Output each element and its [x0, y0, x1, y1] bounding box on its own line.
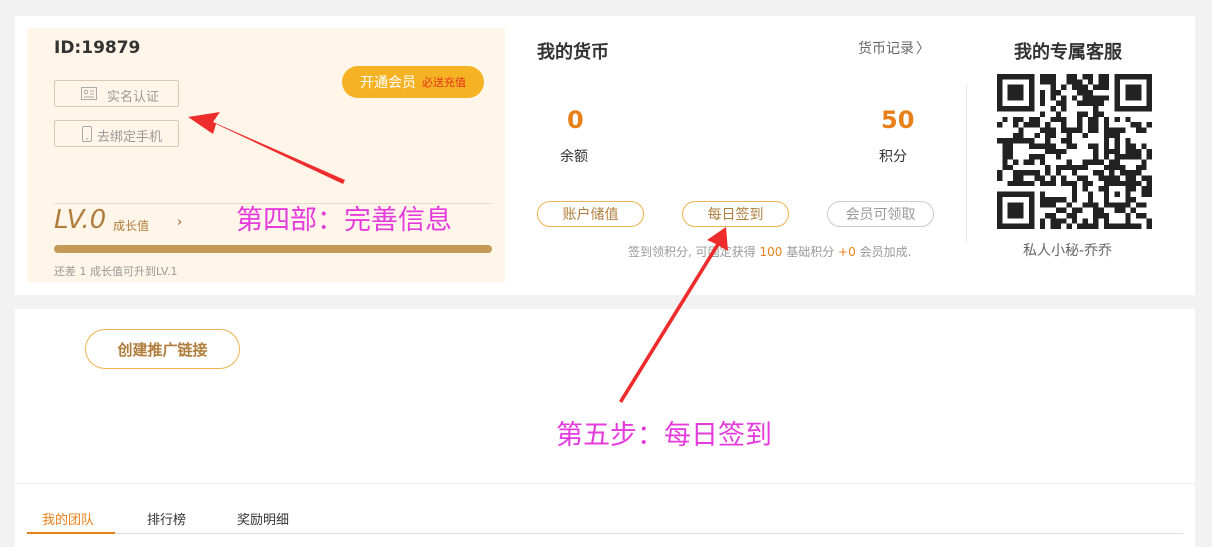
open-membership-button[interactable]: 开通会员 必送充值: [342, 66, 484, 98]
chevron-right-icon: 〉: [916, 41, 930, 57]
section-divider: [966, 84, 967, 242]
qr-code-icon: [997, 74, 1152, 229]
annotation-step4: 第四部：完善信息: [236, 205, 452, 236]
account-card: ID:19879 实名认证 去绑定手机 开通会员 必送充值 LV.0 成长值 ›…: [15, 16, 1195, 295]
tab-underline: [27, 533, 1183, 534]
open-membership-label: 开通会员: [360, 75, 416, 91]
tab-reward-details[interactable]: 奖励明细: [237, 509, 289, 528]
growth-link[interactable]: 成长值: [113, 217, 149, 234]
balance-value: 0: [567, 106, 584, 134]
balance-label: 余额: [560, 149, 588, 165]
section-divider: [15, 483, 1195, 484]
currency-record-label: 货币记录: [858, 41, 914, 57]
growth-hint: 还差 1 成长值可升到LV.1: [54, 265, 178, 278]
user-panel: ID:19879 实名认证 去绑定手机 开通会员 必送充值 LV.0 成长值 ›…: [27, 28, 505, 282]
real-name-verify-button[interactable]: 实名认证: [54, 80, 179, 107]
currency-record-link[interactable]: 货币记录〉: [858, 38, 930, 58]
service-name: 私人小秘-乔乔: [1023, 243, 1113, 259]
points-label: 积分: [879, 149, 907, 165]
tab-active-indicator: [27, 532, 115, 534]
real-name-verify-label: 实名认证: [107, 90, 160, 105]
level-value: LV.0: [54, 205, 107, 235]
membership-bonus-label: 必送充值: [422, 76, 466, 89]
member-claim-button[interactable]: 会员可领取: [827, 201, 934, 227]
points-value: 50: [881, 106, 915, 134]
daily-sign-in-button[interactable]: 每日签到: [682, 201, 789, 227]
currency-title: 我的货币: [537, 42, 609, 63]
chevron-right-icon[interactable]: ›: [177, 215, 182, 230]
bind-phone-label: 去绑定手机: [97, 130, 163, 145]
growth-progress-bar: [54, 245, 492, 253]
account-recharge-button[interactable]: 账户储值: [537, 201, 644, 227]
sign-in-hint: 签到领积分, 可固定获得 100 基础积分 +0 会员加成.: [628, 245, 912, 259]
service-title: 我的专属客服: [1014, 42, 1122, 63]
annotation-step5: 第五步：每日签到: [556, 420, 772, 451]
tab-ranking[interactable]: 排行榜: [147, 509, 186, 528]
user-id: ID:19879: [54, 38, 141, 58]
tab-my-team[interactable]: 我的团队: [42, 509, 94, 528]
id-card-icon: [81, 87, 97, 100]
phone-icon: [82, 126, 92, 142]
create-promo-link-button[interactable]: 创建推广链接: [85, 329, 240, 369]
bind-phone-button[interactable]: 去绑定手机: [54, 120, 179, 147]
